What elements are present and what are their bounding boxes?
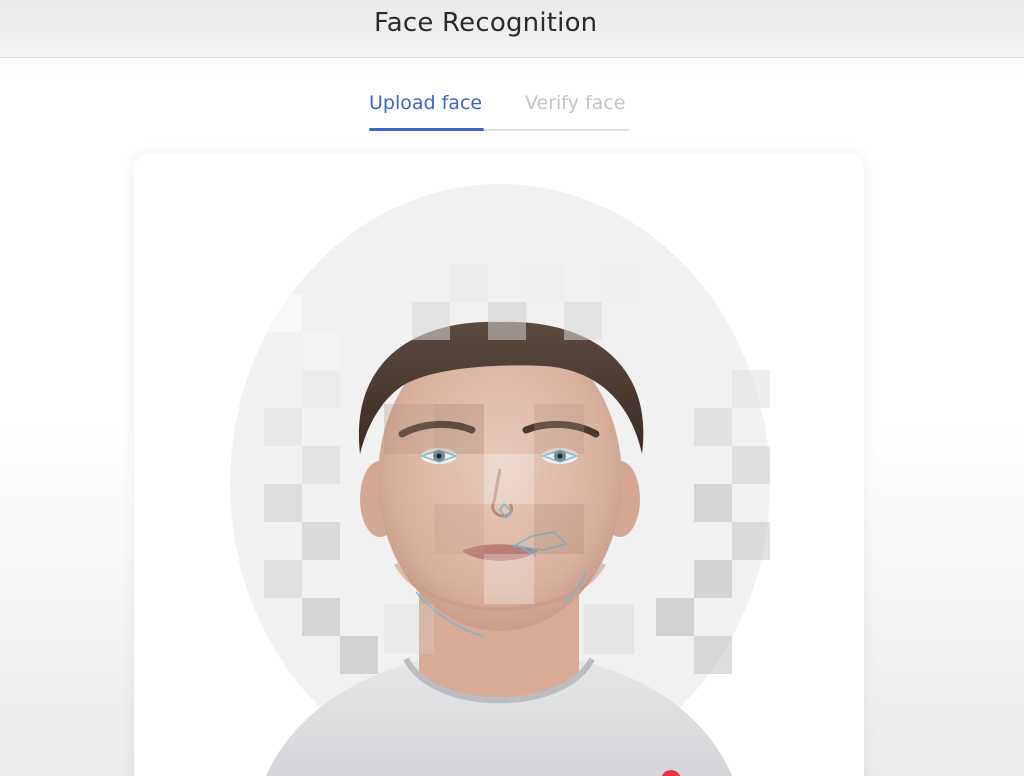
tab-verify-face[interactable]: Verify face bbox=[525, 92, 625, 132]
face-preview-image bbox=[230, 184, 770, 776]
page-title: Face Recognition bbox=[374, 8, 598, 38]
face-preview-card bbox=[134, 154, 864, 776]
app-page: Face Recognition Upload face Verify face bbox=[0, 0, 1024, 776]
header-bar: Face Recognition bbox=[0, 0, 1024, 58]
tab-bar: Upload face Verify face bbox=[369, 92, 629, 134]
tab-upload-face[interactable]: Upload face bbox=[369, 92, 482, 132]
